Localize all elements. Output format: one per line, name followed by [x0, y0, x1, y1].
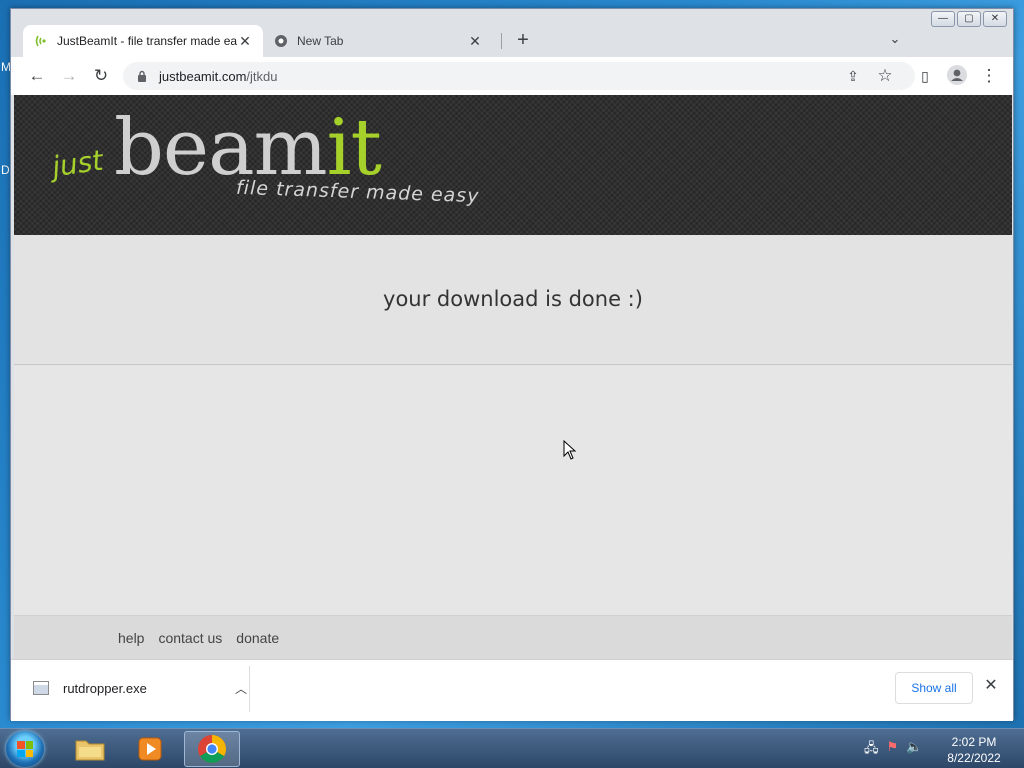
reload-icon[interactable]: ↻ — [89, 65, 113, 87]
tab-strip: JustBeamIt - file transfer made easy ✕ N… — [11, 9, 1013, 57]
taskbar: 🖧 ⚑ 🔈 2:02 PM 8/22/2022 — [0, 728, 1024, 768]
chrome-favicon-icon — [273, 33, 289, 49]
tab-search-chevron-icon[interactable]: ⌄ — [885, 31, 905, 51]
web-page: just beamit file transfer made easy your… — [14, 95, 1012, 659]
desktop-icon-label-d: D — [1, 163, 10, 177]
logo-just-text: just — [49, 143, 106, 184]
content-area — [14, 366, 1012, 616]
header-banner: just beamit file transfer made easy — [14, 95, 1012, 235]
minimize-button[interactable]: — — [931, 11, 955, 27]
url-path: /jtkdu — [246, 68, 278, 84]
clock-time: 2:02 PM — [951, 735, 997, 749]
network-icon[interactable]: 🖧 — [864, 739, 879, 761]
volume-icon[interactable]: 🔈 — [906, 739, 922, 761]
clock[interactable]: 2:02 PM 8/22/2022 — [944, 734, 1004, 766]
media-player-icon — [138, 737, 162, 761]
download-filename: rutdropper.exe — [63, 680, 147, 696]
bookmark-star-icon[interactable]: ☆ — [873, 65, 897, 87]
window-controls: — ▢ ✕ — [931, 11, 1007, 27]
download-item[interactable]: rutdropper.exe ︿ — [33, 676, 249, 700]
new-tab-plus-icon[interactable]: + — [511, 30, 535, 51]
beam-favicon-icon — [33, 33, 49, 49]
download-divider — [249, 666, 250, 712]
lock-icon — [135, 69, 149, 83]
menu-kebab-icon[interactable]: ⋮ — [977, 65, 1001, 87]
close-tab-icon[interactable]: ✕ — [237, 33, 253, 49]
download-done-message: your download is done :) — [383, 287, 643, 311]
url-host: justbeamit.com — [159, 68, 247, 84]
footer-link-contact-us[interactable]: contact us — [158, 630, 222, 646]
tab-new-tab[interactable]: New Tab ✕ — [263, 25, 493, 57]
address-bar[interactable]: justbeamit.com/jtkdu — [123, 62, 915, 90]
footer: help contact us donate — [14, 616, 1012, 659]
mouse-cursor-icon — [563, 440, 577, 460]
back-arrow-icon[interactable]: ← — [25, 65, 49, 87]
close-tab-icon[interactable]: ✕ — [467, 33, 483, 49]
message-panel: your download is done :) — [14, 235, 1012, 365]
windows-logo-icon — [17, 741, 33, 757]
profile-avatar-icon[interactable] — [945, 65, 969, 87]
share-icon[interactable]: ⇪ — [841, 65, 865, 87]
forward-arrow-icon[interactable]: → — [57, 65, 81, 87]
clock-date: 8/22/2022 — [947, 751, 1001, 765]
taskbar-chrome-button[interactable] — [184, 731, 240, 767]
start-button[interactable] — [6, 731, 44, 767]
close-window-button[interactable]: ✕ — [983, 11, 1007, 27]
browser-window: JustBeamIt - file transfer made easy ✕ N… — [10, 8, 1014, 721]
chrome-icon — [198, 735, 226, 763]
tab-title: New Tab — [297, 34, 344, 48]
tab-divider — [501, 33, 502, 49]
tab-title: JustBeamIt - file transfer made easy — [57, 34, 237, 48]
download-bar: rutdropper.exe ︿ Show all ✕ — [11, 659, 1013, 721]
side-panel-icon[interactable]: ▯ — [913, 65, 937, 87]
action-center-flag-icon[interactable]: ⚑ — [887, 739, 899, 761]
chevron-up-icon[interactable]: ︿ — [233, 680, 249, 697]
folder-icon — [75, 740, 105, 761]
close-download-bar-icon[interactable]: ✕ — [981, 676, 1001, 696]
footer-link-donate[interactable]: donate — [236, 630, 279, 646]
tab-justbeamit[interactable]: JustBeamIt - file transfer made easy ✕ — [23, 25, 263, 57]
browser-toolbar: ← → ↻ justbeamit.com/jtkdu ⇪ ☆ ▯ ⋮ — [11, 57, 1013, 95]
maximize-button[interactable]: ▢ — [957, 11, 981, 27]
logo-tagline: file transfer made easy — [235, 176, 480, 208]
executable-file-icon — [33, 681, 49, 695]
taskbar-media-player-button[interactable] — [122, 731, 178, 767]
system-tray: 🖧 ⚑ 🔈 — [864, 739, 922, 761]
footer-link-help[interactable]: help — [118, 630, 144, 646]
taskbar-explorer-button[interactable] — [62, 731, 118, 767]
show-all-button[interactable]: Show all — [895, 672, 973, 704]
